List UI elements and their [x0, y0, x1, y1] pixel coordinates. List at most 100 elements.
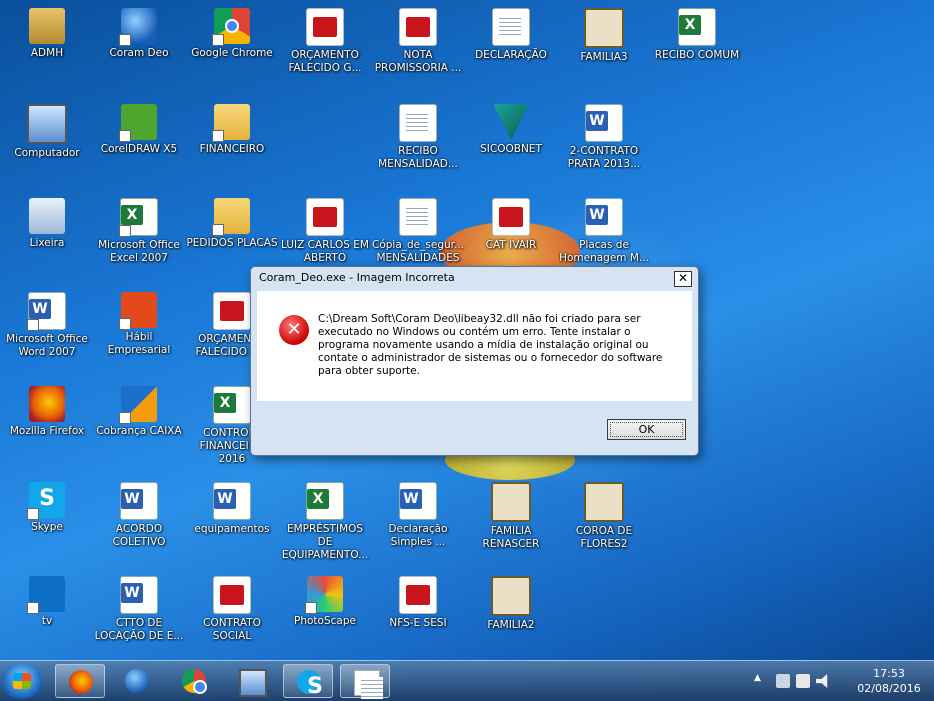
desktop-icon-label: Computador: [14, 147, 80, 159]
system-tray: ▲ 17:53 02/08/2016: [754, 661, 924, 701]
taskbar-chrome-button[interactable]: [169, 664, 219, 698]
desktop-icon-label: COROA DE FLORES2: [575, 525, 633, 550]
firefox-icon: [29, 386, 65, 422]
error-icon: ✕: [279, 315, 309, 345]
excel-icon: [306, 482, 344, 520]
desktop-icon[interactable]: Google Chrome: [186, 4, 278, 60]
close-button[interactable]: ✕: [674, 271, 692, 287]
desktop-icon[interactable]: Cobrança CAIXA: [93, 382, 185, 438]
desktop-icon[interactable]: Skype: [1, 478, 93, 534]
desktop-icon-label: Cópia_de_segur... MENSALIDADES: [372, 239, 465, 264]
desktop-icon-label: Skype: [31, 521, 63, 533]
desktop-icon[interactable]: 2-CONTRATO PRATA 2013...: [558, 100, 650, 171]
desktop-icon[interactable]: Microsoft Office Word 2007: [1, 288, 93, 359]
taskbar-firefox-button[interactable]: [55, 664, 105, 698]
desktop-icon[interactable]: Mozilla Firefox: [1, 382, 93, 438]
caixa-icon: [119, 386, 157, 424]
desktop-icon[interactable]: Lixeira: [1, 194, 93, 250]
picture-icon: [584, 482, 624, 522]
flag-icon[interactable]: [796, 674, 810, 688]
desktop-icon[interactable]: COROA DE FLORES2: [558, 478, 650, 551]
desktop-icon[interactable]: Coram Deo: [93, 4, 185, 60]
desktop-icon[interactable]: CorelDRAW X5: [93, 100, 185, 156]
error-message: C:\Dream Soft\Coram Deo\libeay32.dll não…: [318, 313, 663, 377]
desktop-icon[interactable]: CONTRATO SOCIAL: [186, 572, 278, 643]
corel-icon: [119, 104, 157, 142]
desktop-icon[interactable]: RECIBO MENSALIDAD...: [372, 100, 464, 171]
taskbar-keyboard-button[interactable]: [226, 664, 276, 698]
desktop-icon[interactable]: FAMILIA RENASCER: [465, 478, 557, 551]
desktop-icon[interactable]: DECLARAÇÃO: [465, 4, 557, 62]
desktop-icon-label: FAMILIA3: [580, 51, 628, 63]
taskbar-window-button[interactable]: [340, 664, 390, 699]
network-icon[interactable]: [776, 674, 790, 688]
desktop-icon[interactable]: NOTA PROMISSORIA ...: [372, 4, 464, 75]
taskbar-skype-button[interactable]: [283, 664, 333, 699]
desktop-icon-label: CONTRATO SOCIAL: [203, 617, 261, 642]
start-button[interactable]: [2, 663, 42, 699]
chrome-icon: [182, 669, 207, 694]
doc-icon: [354, 670, 383, 699]
desktop-icon-label: RECIBO MENSALIDAD...: [378, 145, 458, 170]
desktop-icon[interactable]: ORÇAMENTO FALECIDO G...: [279, 4, 371, 75]
desktop-icon[interactable]: Computador: [1, 100, 93, 160]
taskbar-coram-deo-button[interactable]: [112, 664, 162, 698]
dialog-titlebar[interactable]: Coram_Deo.exe - Imagem Incorreta ✕: [251, 267, 698, 289]
desktop-icon[interactable]: PhotoScape: [279, 572, 371, 628]
pdf-icon: [492, 198, 530, 236]
word-icon: [213, 482, 251, 520]
desktop-icon-label: Mozilla Firefox: [9, 425, 85, 437]
desktop-icon[interactable]: Cópia_de_segur... MENSALIDADES: [372, 194, 464, 265]
desktop-icon-label: EMPRÉSTIMOS DE EQUIPAMENTO...: [281, 523, 369, 561]
desktop-icon-label: DECLARAÇÃO: [475, 49, 547, 61]
desktop-icon-label: SICOOBNET: [480, 143, 542, 155]
desktop-icon[interactable]: Placas de Homenagem M...: [558, 194, 650, 265]
desktop-icon[interactable]: CTTO DE LOCAÇÃO DE E...: [93, 572, 185, 643]
skype-icon: [297, 670, 333, 699]
desktop-icon[interactable]: FAMILIA3: [558, 4, 650, 64]
desktop-icon[interactable]: Hábil Empresarial: [93, 288, 185, 357]
user-icon: [29, 8, 65, 44]
folder-icon: [212, 104, 250, 142]
excel-icon: [213, 386, 251, 424]
ok-button[interactable]: OK: [607, 419, 686, 440]
pdf-icon: [213, 576, 251, 614]
desktop-icon-label: Google Chrome: [191, 47, 273, 59]
doc-icon: [399, 104, 437, 142]
desktop-icon[interactable]: EMPRÉSTIMOS DE EQUIPAMENTO...: [279, 478, 371, 562]
doc-icon: [492, 8, 530, 46]
desktop-icon-label: Placas de Homenagem M...: [559, 239, 649, 264]
desktop-icon[interactable]: FINANCEIRO: [186, 100, 278, 156]
picture-icon: [491, 576, 531, 616]
desktop-icon[interactable]: Declaração Simples ...: [372, 478, 464, 549]
photoscape-icon: [305, 576, 343, 614]
desktop-icon[interactable]: equipamentos: [186, 478, 278, 536]
desktop-icon[interactable]: ACORDO COLETIVO: [93, 478, 185, 549]
desktop-icon-label: Declaração Simples ...: [388, 523, 448, 548]
excel-icon: [678, 8, 716, 46]
desktop-icon[interactable]: FAMILIA2: [465, 572, 557, 632]
desktop-icon[interactable]: CAT IVAIR: [465, 194, 557, 252]
show-hidden-icons-icon[interactable]: ▲: [754, 673, 768, 687]
dialog-content: ✕ C:\Dream Soft\Coram Deo\libeay32.dll n…: [257, 291, 692, 401]
desktop-icon[interactable]: Microsoft Office Excel 2007: [93, 194, 185, 265]
doc-icon: [399, 198, 437, 236]
desktop-icon[interactable]: NFS-E SESI: [372, 572, 464, 630]
desktop-icon-label: LUIZ CARLOS EM ABERTO: [281, 239, 369, 264]
desktop-icon[interactable]: RECIBO COMUM: [651, 4, 743, 62]
pdf-icon: [399, 8, 437, 46]
desktop-icon[interactable]: LUIZ CARLOS EM ABERTO: [279, 194, 371, 265]
desktop-icon[interactable]: SICOOBNET: [465, 100, 557, 156]
firefox-icon: [69, 670, 93, 694]
desktop-icon-label: Coram Deo: [109, 47, 169, 59]
desktop-icon-label: tv: [41, 615, 53, 627]
habil-icon: [119, 292, 157, 330]
volume-icon[interactable]: [816, 674, 828, 688]
desktop-icon[interactable]: ADMH: [1, 4, 93, 60]
desktop-icon[interactable]: PEDIDOS PLACAS: [186, 194, 278, 250]
clock[interactable]: 17:53 02/08/2016: [854, 666, 924, 696]
clock-date: 02/08/2016: [857, 682, 921, 695]
desktop-icon[interactable]: tv: [1, 572, 93, 628]
desktop-icon-label: Microsoft Office Excel 2007: [98, 239, 180, 264]
tv-icon: [27, 576, 65, 614]
